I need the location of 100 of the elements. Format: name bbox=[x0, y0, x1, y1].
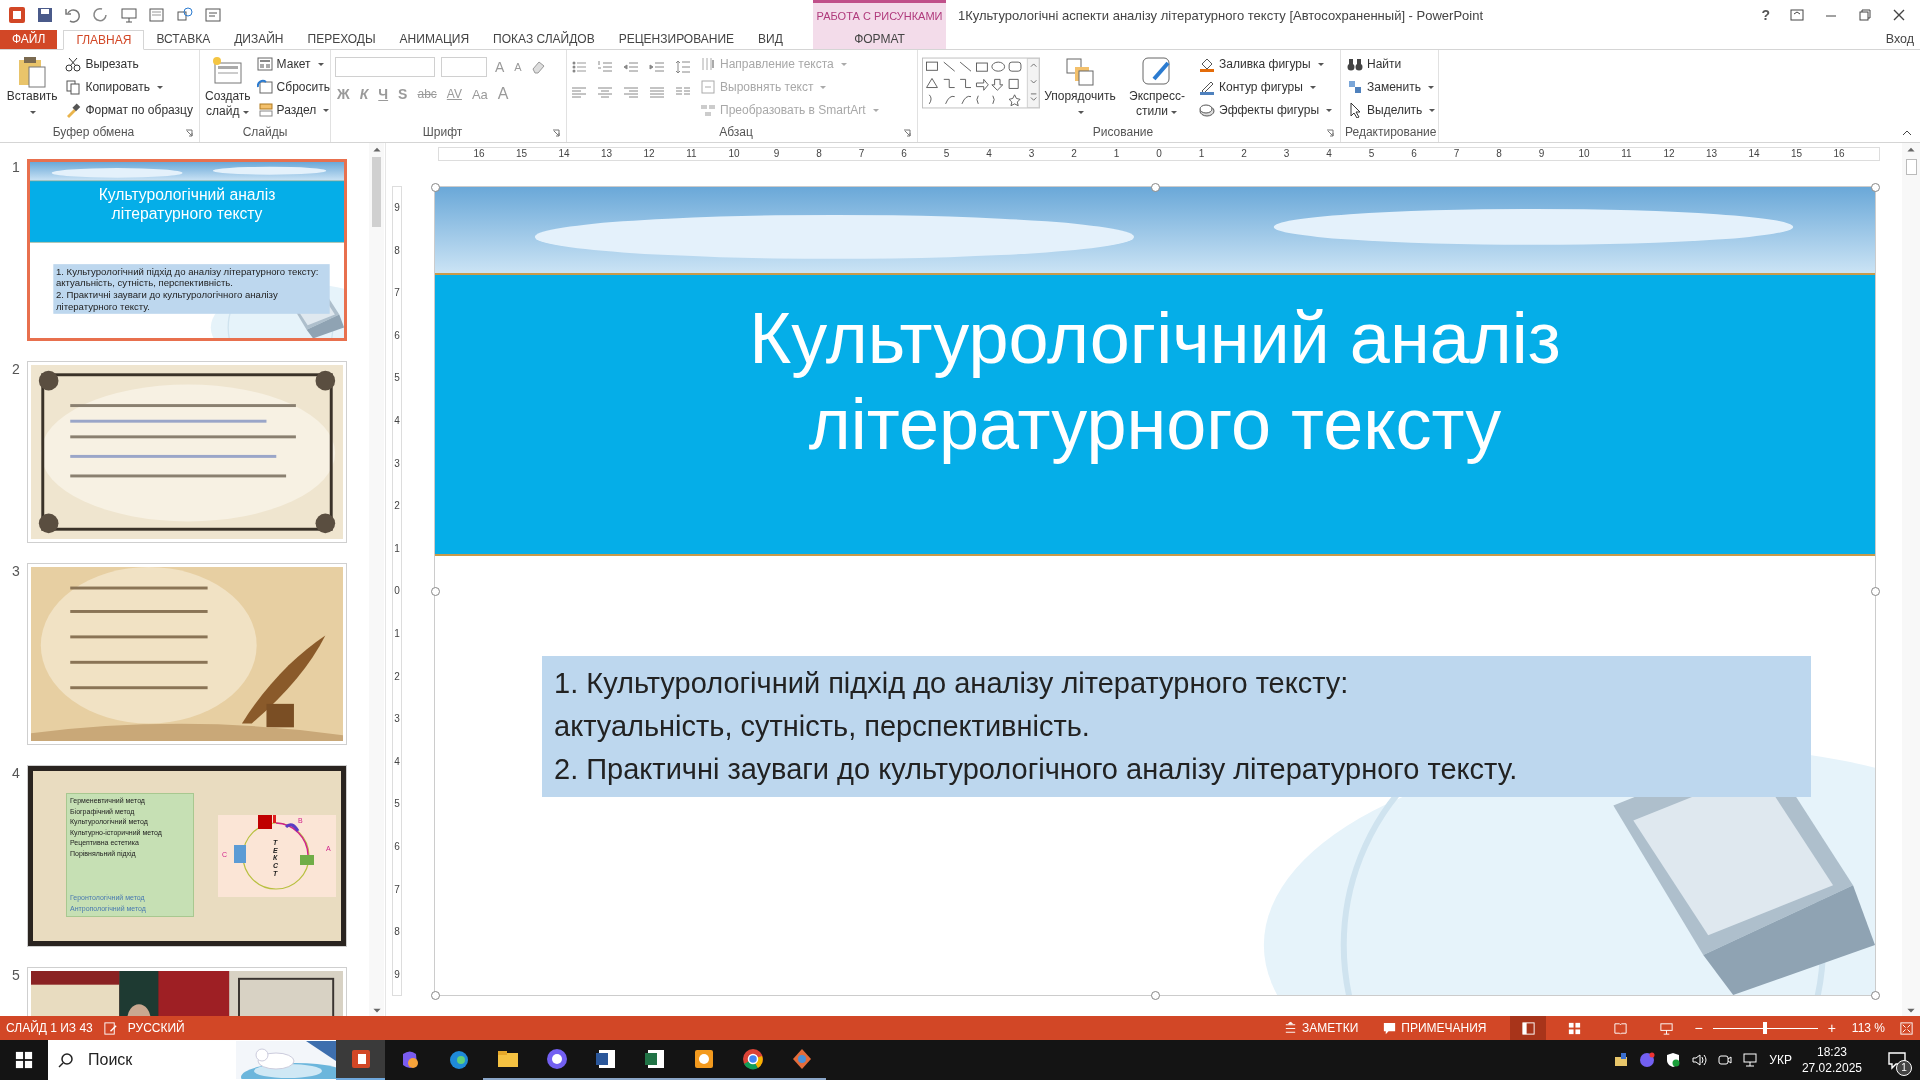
shapes-icon[interactable] bbox=[176, 6, 194, 24]
proofing-icon[interactable] bbox=[102, 1020, 118, 1036]
ribbon-tab[interactable]: ПОКАЗ СЛАЙДОВ bbox=[481, 30, 607, 49]
help-button[interactable]: ? bbox=[1761, 7, 1770, 23]
ribbon-button[interactable]: Копировать bbox=[63, 76, 195, 98]
slideshow-icon[interactable] bbox=[120, 6, 138, 24]
ribbon-button[interactable]: Упорядочить bbox=[1043, 53, 1117, 123]
clock-date[interactable]: 27.02.2025 bbox=[1801, 1060, 1862, 1076]
clock-time[interactable]: 18:23 bbox=[1816, 1044, 1847, 1060]
ruler-number: 8 bbox=[1495, 148, 1503, 160]
ruler-number: 4 bbox=[1325, 148, 1333, 160]
resize-handle[interactable] bbox=[431, 587, 440, 596]
ribbon-tab[interactable]: АНИМАЦИЯ bbox=[387, 30, 482, 49]
dialog-launcher-icon[interactable] bbox=[1326, 129, 1334, 137]
keyboard-language[interactable]: УКР bbox=[1769, 1053, 1792, 1067]
ribbon-button[interactable]: Создать слайд bbox=[204, 53, 252, 123]
restore-icon[interactable] bbox=[1858, 8, 1872, 22]
scrollbar[interactable] bbox=[1902, 143, 1920, 1016]
ribbon-button[interactable]: Экспресс-стили bbox=[1120, 53, 1194, 123]
outdent-icon[interactable] bbox=[623, 59, 639, 75]
bullets-icon[interactable] bbox=[571, 59, 587, 75]
zoom-level[interactable]: 113 % bbox=[1851, 1021, 1885, 1035]
ribbon-tab[interactable]: ФОРМАТ bbox=[813, 30, 946, 49]
resize-handle[interactable] bbox=[1151, 183, 1160, 192]
resize-handle[interactable] bbox=[431, 991, 440, 1000]
notification-icon[interactable] bbox=[1887, 1050, 1907, 1070]
dialog-launcher-icon[interactable] bbox=[552, 129, 560, 137]
start-icon[interactable] bbox=[15, 1051, 33, 1069]
scroll-thumb[interactable] bbox=[372, 157, 381, 227]
ribbon-button[interactable]: Вставить bbox=[4, 53, 61, 123]
group-label: Буфер обмена bbox=[52, 125, 135, 139]
ruler-number: 3 bbox=[1282, 148, 1291, 160]
slide-number: 3 bbox=[11, 563, 21, 579]
save-icon[interactable] bbox=[36, 6, 54, 24]
zoom-slider[interactable] bbox=[1712, 1021, 1818, 1035]
ribbon-button[interactable]: Выделить bbox=[1345, 99, 1439, 121]
ribbon-tab[interactable]: ВИД bbox=[746, 30, 795, 49]
ribbon-button[interactable]: Сбросить bbox=[254, 76, 333, 98]
line-spacing-icon[interactable] bbox=[675, 59, 691, 75]
ribbon-button[interactable]: Раздел bbox=[254, 99, 333, 121]
caret-icon bbox=[1308, 83, 1317, 91]
shapes-gallery[interactable] bbox=[922, 55, 1040, 111]
dialog-launcher-icon[interactable] bbox=[903, 129, 911, 137]
resize-handle[interactable] bbox=[1151, 991, 1160, 1000]
ruler-number: 1 bbox=[1197, 148, 1206, 160]
comments-button[interactable]: ПРИМЕЧАНИЯ bbox=[1382, 1020, 1487, 1036]
sign-in-link[interactable]: Вход bbox=[1885, 30, 1920, 49]
app-logo-icon[interactable] bbox=[8, 6, 26, 24]
new-slide-icon[interactable] bbox=[148, 6, 166, 24]
resize-handle[interactable] bbox=[1871, 587, 1880, 596]
zoom-out-button[interactable]: − bbox=[1694, 1020, 1703, 1036]
ruler-number: 9 bbox=[393, 967, 401, 982]
fit-slide-icon[interactable] bbox=[1899, 1020, 1914, 1036]
shield-icon[interactable] bbox=[1665, 1052, 1682, 1068]
ruler-number: 1 bbox=[393, 626, 401, 641]
ribbon-tab[interactable]: ВСТАВКА bbox=[144, 30, 223, 49]
dialog-launcher-icon[interactable] bbox=[185, 129, 193, 137]
caret-icon bbox=[1316, 60, 1325, 68]
ribbon-button[interactable]: Заменить bbox=[1345, 76, 1439, 98]
collapse-ribbon-icon[interactable] bbox=[1902, 128, 1912, 138]
network-icon[interactable] bbox=[1743, 1052, 1760, 1068]
resize-handle[interactable] bbox=[1871, 183, 1880, 192]
zoom-thumb[interactable] bbox=[1763, 1022, 1768, 1034]
font-size-field[interactable] bbox=[441, 57, 487, 77]
scroll-thumb[interactable] bbox=[1905, 159, 1917, 175]
network-drive-icon[interactable] bbox=[1613, 1052, 1630, 1068]
ribbon-tab[interactable]: ФАЙЛ bbox=[0, 30, 58, 49]
view-button[interactable] bbox=[1510, 1016, 1547, 1040]
language-label[interactable]: РУССКИЙ bbox=[127, 1021, 185, 1035]
ribbon-tab[interactable]: ГЛАВНАЯ bbox=[63, 30, 145, 50]
ribbon-button[interactable]: Контур фигуры bbox=[1197, 76, 1335, 98]
close-icon[interactable] bbox=[1892, 8, 1906, 22]
zoom-in-button[interactable]: + bbox=[1827, 1020, 1836, 1036]
caret-icon bbox=[1428, 106, 1437, 114]
ribbon-button[interactable]: Вырезать bbox=[63, 53, 195, 75]
ribbon-button[interactable]: Заливка фигуры bbox=[1197, 53, 1335, 75]
ribbon-tab[interactable]: ПЕРЕХОДЫ bbox=[295, 30, 388, 49]
camera-icon[interactable] bbox=[1717, 1052, 1734, 1068]
search-field[interactable]: Поиск bbox=[86, 1050, 190, 1070]
notification-count: 1 bbox=[1896, 1060, 1912, 1076]
notes-button[interactable]: ЗАМЕТКИ bbox=[1283, 1020, 1359, 1036]
ruler-number: 0 bbox=[393, 584, 401, 599]
undo-icon[interactable] bbox=[64, 6, 82, 24]
volume-icon[interactable] bbox=[1691, 1052, 1708, 1068]
ribbon-display-icon[interactable] bbox=[1790, 8, 1804, 22]
ribbon-button[interactable]: Эффекты фигуры bbox=[1197, 99, 1335, 121]
ribbon-tab[interactable]: ДИЗАЙН bbox=[222, 30, 296, 49]
indent-icon[interactable] bbox=[649, 59, 665, 75]
text-box-icon[interactable] bbox=[204, 6, 222, 24]
ribbon-button[interactable]: Макет bbox=[254, 53, 333, 75]
document-app-icon bbox=[593, 1047, 618, 1071]
resize-handle[interactable] bbox=[431, 183, 440, 192]
resize-handle[interactable] bbox=[1871, 991, 1880, 1000]
redo-icon[interactable] bbox=[92, 6, 110, 24]
ribbon-tab[interactable]: РЕЦЕНЗИРОВАНИЕ bbox=[606, 30, 747, 49]
ribbon-button[interactable]: Формат по образцу bbox=[63, 99, 195, 121]
scrollbar[interactable] bbox=[369, 143, 384, 1016]
font-name-field[interactable] bbox=[335, 57, 435, 77]
list-item: 1. Культурологічний підхід до аналізу літературного тексту: bbox=[554, 666, 1350, 701]
ribbon-button[interactable]: Найти bbox=[1345, 53, 1439, 75]
